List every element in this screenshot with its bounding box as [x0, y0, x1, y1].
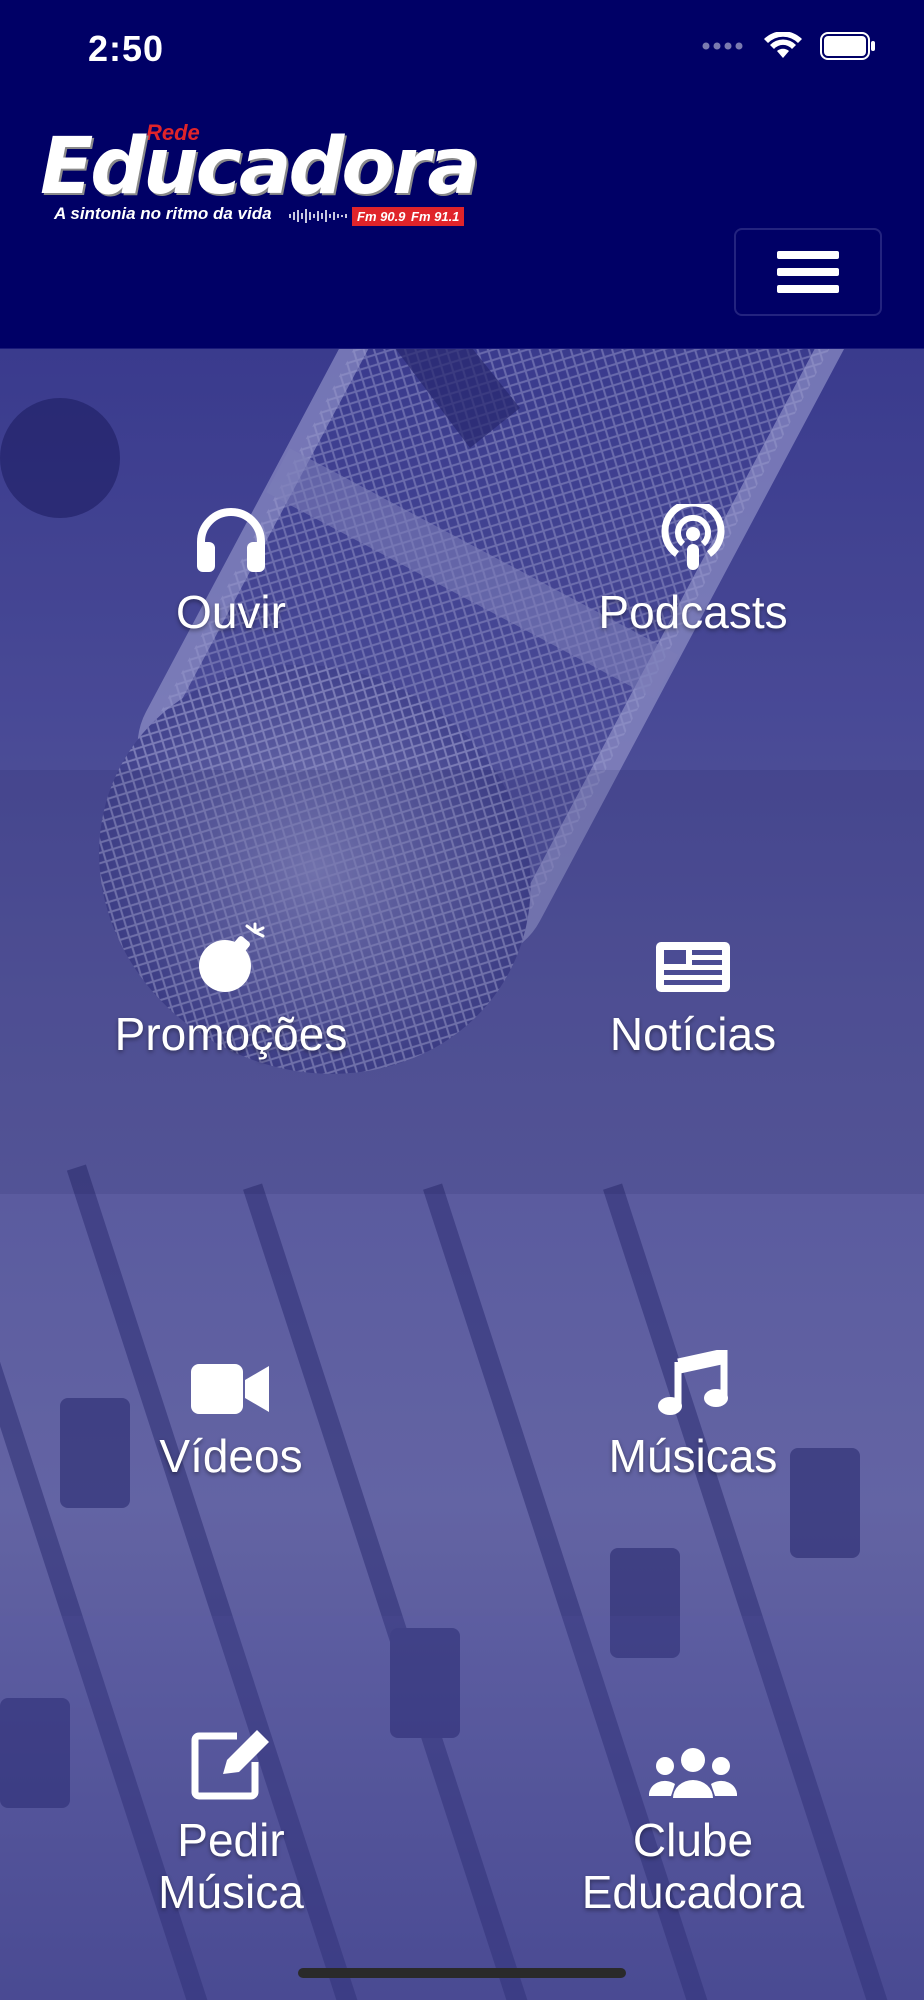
- menu-item-label: Podcasts: [598, 586, 788, 638]
- edit-icon: [191, 1722, 271, 1800]
- menu-item-label-line1: Clube: [632, 1814, 754, 1866]
- menu-item-label: Clube Educadora: [582, 1814, 805, 1918]
- menu-item-clube-educadora[interactable]: Clube Educadora: [462, 1722, 924, 1918]
- menu-item-label-line2: Música: [158, 1866, 304, 1918]
- sound-wave-icon: [289, 209, 347, 223]
- menu-item-label: Ouvir: [176, 586, 286, 638]
- logo-name-text: Educadora: [40, 122, 480, 212]
- battery-icon: [820, 32, 875, 60]
- wifi-icon: [764, 32, 802, 58]
- app-screen: 2:50 Rede Educadora A sintonia no ritmo …: [0, 0, 924, 2000]
- menu-item-noticias[interactable]: Notícias: [462, 916, 924, 1060]
- menu-item-podcasts[interactable]: Podcasts: [462, 494, 924, 638]
- headphones-icon: [195, 494, 267, 572]
- hamburger-icon: [777, 242, 839, 302]
- video-camera-icon: [191, 1338, 271, 1416]
- menu-item-label: Promoções: [114, 1008, 348, 1060]
- status-time: 2:50: [88, 28, 165, 69]
- logo-freq-2: Fm 91.1: [406, 207, 465, 226]
- newspaper-icon: [654, 916, 732, 994]
- menu-item-label: Vídeos: [159, 1430, 303, 1482]
- logo-tagline: A sintonia no ritmo da vida: [54, 204, 272, 223]
- menu-button[interactable]: [734, 228, 882, 316]
- menu-item-musicas[interactable]: Músicas: [462, 1338, 924, 1482]
- menu-item-label: Pedir Música: [158, 1814, 304, 1918]
- menu-item-ouvir[interactable]: Ouvir: [0, 494, 462, 638]
- music-note-icon: [658, 1338, 728, 1416]
- menu-item-videos[interactable]: Vídeos: [0, 1338, 462, 1482]
- menu-item-label-line2: Educadora: [581, 1866, 805, 1918]
- educadora-logo: Rede Educadora A sintonia no ritmo da vi…: [40, 120, 480, 230]
- signal-icon: [702, 42, 743, 50]
- menu-item-label-line1: Pedir: [177, 1814, 285, 1866]
- status-bar: 2:50: [0, 0, 924, 100]
- status-icons: [702, 32, 876, 60]
- bomb-icon: [195, 916, 267, 994]
- users-icon: [649, 1722, 737, 1800]
- podcast-icon: [661, 494, 725, 572]
- home-indicator[interactable]: [298, 1968, 626, 1978]
- menu-item-promocoes[interactable]: Promoções: [0, 916, 462, 1060]
- menu-item-label: Músicas: [608, 1430, 778, 1482]
- menu-item-label: Notícias: [609, 1008, 777, 1060]
- logo-freq-1: Fm 90.9: [352, 207, 411, 226]
- menu-item-pedir-musica[interactable]: Pedir Música: [0, 1722, 462, 1918]
